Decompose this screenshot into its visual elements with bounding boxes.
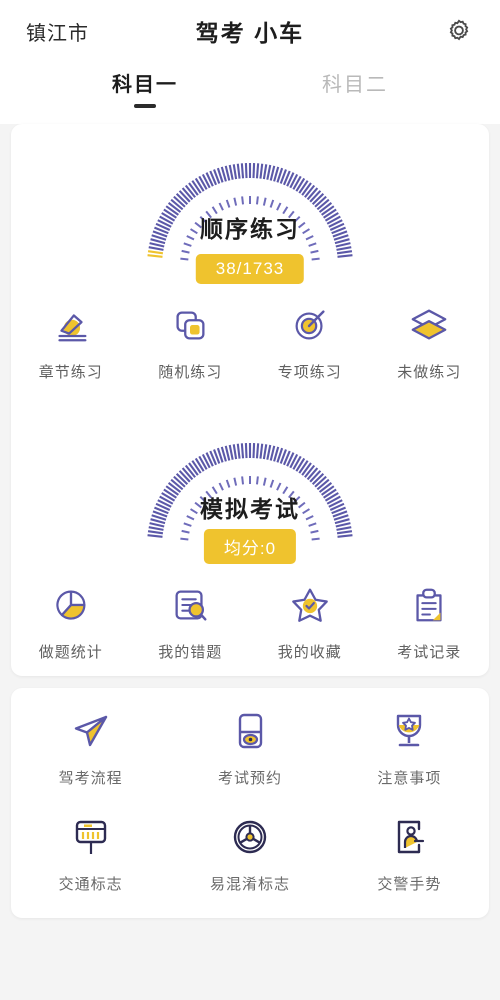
tab-subject-1-label: 科目一 [112, 74, 178, 96]
action-chapter-practice[interactable]: 章节练习 [11, 302, 131, 382]
tool-police-gestures-label: 交警手势 [377, 876, 442, 893]
traffic-police-icon [386, 814, 432, 860]
action-undone-practice-label: 未做练习 [397, 364, 462, 381]
action-random-practice-label: 随机练习 [158, 364, 223, 381]
action-my-mistakes-label: 我的错题 [158, 644, 223, 661]
tool-precautions[interactable]: 注意事项 [330, 708, 489, 788]
tab-subject-2-label: 科目二 [322, 74, 388, 96]
tool-exam-process[interactable]: 驾考流程 [11, 708, 170, 788]
paper-plane-icon [68, 708, 114, 754]
copy-squares-icon [167, 302, 213, 348]
sequential-practice-gauge[interactable]: 顺序练习 38/1733 [140, 146, 360, 284]
document-search-icon [167, 582, 213, 628]
action-undone-practice[interactable]: 未做练习 [370, 302, 490, 382]
action-special-practice-label: 专项练习 [277, 364, 342, 381]
tab-subject-1[interactable]: 科目一 [80, 62, 210, 108]
action-random-practice[interactable]: 随机练习 [131, 302, 251, 382]
tab-subject-2[interactable]: 科目二 [290, 62, 420, 97]
action-special-practice[interactable]: 专项练习 [250, 302, 370, 382]
tools-grid: 驾考流程 考试预约 注意事项 交通标志 易混淆标志 交警手势 [11, 708, 489, 894]
tool-confusing-signs-label: 易混淆标志 [209, 876, 290, 893]
tool-exam-process-label: 驾考流程 [58, 770, 123, 787]
tool-confusing-signs[interactable]: 易混淆标志 [170, 814, 329, 894]
app-header: 镇江市 驾考 小车 [0, 0, 500, 62]
action-question-stats-label: 做题统计 [38, 644, 103, 661]
tool-traffic-signs[interactable]: 交通标志 [11, 814, 170, 894]
action-exam-records[interactable]: 考试记录 [370, 582, 490, 662]
tool-police-gestures[interactable]: 交警手势 [330, 814, 489, 894]
action-exam-records-label: 考试记录 [397, 644, 462, 661]
city-selector[interactable]: 镇江市 [26, 17, 89, 46]
mock-exam-score-badge: 均分:0 [203, 529, 297, 564]
clipboard-icon [406, 582, 452, 628]
gear-icon[interactable] [444, 16, 474, 46]
mock-exam-title: 模拟考试 [200, 496, 300, 522]
trophy-star-icon [386, 708, 432, 754]
tools-card: 驾考流程 考试预约 注意事项 交通标志 易混淆标志 交警手势 [11, 688, 489, 918]
pie-chart-icon [48, 582, 94, 628]
app-root: 镇江市 驾考 小车 科目一 科目二 顺序练习 38/1733 章节练习 随机练习… [0, 0, 500, 1000]
road-sign-icon [68, 814, 114, 860]
steering-wheel-icon [227, 814, 273, 860]
pencil-edit-icon [48, 302, 94, 348]
star-check-icon [287, 582, 333, 628]
action-chapter-practice-label: 章节练习 [38, 364, 103, 381]
main-card: 顺序练习 38/1733 章节练习 随机练习 专项练习 未做练习 模拟考试 均分… [11, 124, 489, 676]
action-my-mistakes[interactable]: 我的错题 [131, 582, 251, 662]
action-my-favorites-label: 我的收藏 [277, 644, 342, 661]
exam-actions-grid: 做题统计 我的错题 我的收藏 考试记录 [11, 582, 489, 662]
action-my-favorites[interactable]: 我的收藏 [250, 582, 370, 662]
tool-precautions-label: 注意事项 [377, 770, 442, 787]
subject-tabs: 科目一 科目二 [0, 62, 500, 124]
tab-active-indicator [134, 104, 156, 108]
action-question-stats[interactable]: 做题统计 [11, 582, 131, 662]
tool-exam-booking[interactable]: 考试预约 [170, 708, 329, 788]
mock-exam-gauge[interactable]: 模拟考试 均分:0 [140, 426, 360, 564]
target-icon [287, 302, 333, 348]
sequential-practice-progress-badge: 38/1733 [195, 254, 305, 284]
booking-card-icon [227, 708, 273, 754]
tool-exam-booking-label: 考试预约 [217, 770, 282, 787]
sequential-practice-title: 顺序练习 [200, 216, 300, 242]
practice-actions-grid: 章节练习 随机练习 专项练习 未做练习 [11, 302, 489, 382]
layers-stack-icon [406, 302, 452, 348]
tool-traffic-signs-label: 交通标志 [58, 876, 123, 893]
